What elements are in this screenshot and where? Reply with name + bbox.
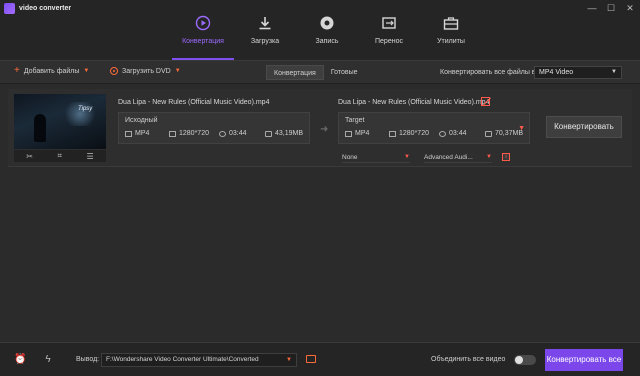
target-duration-value: 03:44 bbox=[449, 130, 467, 137]
output-path-value: F:\Wondershare Video Converter Ultimate\… bbox=[106, 356, 259, 363]
app-title: video converter bbox=[19, 5, 72, 12]
thumbnail-neon-text: Tipsy bbox=[78, 106, 93, 112]
chevron-down-icon: ▼ bbox=[286, 357, 292, 363]
scissors-icon[interactable]: ✂ bbox=[26, 152, 33, 161]
subtitle-select[interactable]: None ▼ bbox=[342, 152, 410, 163]
source-duration-value: 03:44 bbox=[229, 130, 247, 137]
clock-icon bbox=[219, 130, 226, 137]
load-dvd-label: Загрузить DVD bbox=[122, 67, 171, 75]
list-item: Tipsy ✂ ⌗ ☰ Dua Lipa - New Rules (Offici… bbox=[8, 89, 632, 167]
app-logo: video converter bbox=[4, 3, 71, 14]
plus-icon: + bbox=[14, 65, 20, 76]
convert-all-button[interactable]: Конвертировать все bbox=[545, 349, 623, 371]
chevron-down-icon[interactable]: ▼ bbox=[83, 68, 89, 74]
target-format: MP4 bbox=[345, 130, 369, 137]
lightning-icon[interactable]: ϟ bbox=[42, 354, 54, 366]
source-resolution: 1280*720 bbox=[169, 130, 209, 137]
source-duration: 03:44 bbox=[219, 130, 247, 137]
tab-download-label: Загрузка bbox=[250, 38, 280, 45]
chevron-down-icon: ▼ bbox=[611, 69, 617, 75]
source-label: Исходный bbox=[125, 117, 158, 124]
play-circle-icon bbox=[194, 14, 212, 32]
folder-icon bbox=[485, 130, 492, 137]
clock-icon bbox=[439, 130, 446, 137]
window-controls: — ☐ ✕ bbox=[587, 3, 635, 13]
output-format-select[interactable]: MP4 Video ▼ bbox=[534, 66, 622, 79]
chevron-down-icon: ▼ bbox=[404, 154, 410, 160]
merge-all-toggle[interactable] bbox=[514, 355, 536, 365]
arrow-right-icon: ➜ bbox=[320, 124, 329, 135]
status-tabs: Конвертация Готовые bbox=[266, 65, 365, 80]
tab-convert[interactable]: Конвертация bbox=[172, 8, 234, 60]
tab-done[interactable]: Готовые bbox=[324, 65, 365, 80]
title-bar: video converter — ☐ ✕ Конвертация Загруз… bbox=[0, 0, 640, 60]
convert-button[interactable]: Конвертировать bbox=[546, 116, 622, 138]
merge-all-label: Объединить все видео bbox=[431, 356, 506, 363]
subtitle-value: None bbox=[342, 153, 358, 161]
effects-icon[interactable]: ☰ bbox=[87, 152, 94, 161]
output-format-value: MP4 Video bbox=[539, 69, 574, 76]
convert-all-to-label: Конвертировать все файлы в bbox=[440, 69, 536, 76]
chevron-down-icon: ▼ bbox=[486, 154, 492, 160]
source-size: 43,19MB bbox=[265, 130, 303, 137]
alarm-clock-icon[interactable]: ⏰ bbox=[14, 354, 26, 366]
audio-track-select[interactable]: Advanced Audi... ▼ bbox=[424, 152, 492, 163]
toolbox-icon bbox=[442, 14, 460, 32]
transfer-icon bbox=[380, 14, 398, 32]
disc-icon bbox=[318, 14, 336, 32]
file-list: Tipsy ✂ ⌗ ☰ Dua Lipa - New Rules (Offici… bbox=[0, 85, 640, 342]
chevron-down-icon[interactable]: ▼ bbox=[518, 125, 525, 132]
source-info-panel: Исходный MP4 1280*720 03:44 43,19MB bbox=[118, 112, 310, 144]
video-thumbnail[interactable]: Tipsy bbox=[14, 94, 106, 149]
video-file-icon bbox=[125, 130, 132, 137]
open-folder-icon[interactable] bbox=[306, 355, 316, 363]
target-file-name: Dua Lipa - New Rules (Official Music Vid… bbox=[338, 99, 490, 106]
logo-icon bbox=[4, 3, 15, 14]
tab-toolbox[interactable]: Утилиты bbox=[420, 8, 482, 60]
source-format-value: MP4 bbox=[135, 130, 150, 137]
close-button[interactable]: ✕ bbox=[625, 3, 635, 13]
maximize-button[interactable]: ☐ bbox=[606, 3, 616, 13]
target-format-value: MP4 bbox=[355, 130, 370, 137]
audio-track-value: Advanced Audi... bbox=[424, 153, 473, 161]
video-file-icon bbox=[345, 130, 352, 137]
folder-icon bbox=[265, 130, 272, 137]
tab-transfer[interactable]: Перенос bbox=[358, 8, 420, 60]
chevron-down-icon[interactable]: ▼ bbox=[175, 68, 181, 74]
target-resolution: 1280*720 bbox=[389, 130, 429, 137]
dvd-icon bbox=[110, 67, 118, 75]
add-files-button[interactable]: + Добавить файлы ▼ bbox=[14, 65, 89, 76]
bottom-bar: ⏰ ϟ Вывод: F:\Wondershare Video Converte… bbox=[0, 342, 640, 376]
target-duration: 03:44 bbox=[439, 130, 467, 137]
download-icon bbox=[256, 14, 274, 32]
edit-icon[interactable] bbox=[481, 97, 490, 106]
source-size-value: 43,19MB bbox=[275, 130, 304, 137]
resize-icon bbox=[169, 130, 176, 137]
tab-record[interactable]: Запись bbox=[296, 8, 358, 60]
tab-converting[interactable]: Конвертация bbox=[266, 65, 324, 80]
main-nav: Конвертация Загрузка Запись Перенос Утил… bbox=[172, 8, 482, 60]
tab-transfer-label: Перенос bbox=[375, 38, 403, 45]
toolbar: + Добавить файлы ▼ Загрузить DVD ▼ Конве… bbox=[0, 60, 640, 84]
target-label: Target bbox=[345, 117, 365, 124]
info-icon[interactable]: i bbox=[502, 153, 510, 161]
resize-icon bbox=[389, 130, 396, 137]
source-resolution-value: 1280*720 bbox=[179, 130, 209, 137]
tab-convert-label: Конвертация bbox=[182, 38, 224, 45]
tab-download[interactable]: Загрузка bbox=[234, 8, 296, 60]
minimize-button[interactable]: — bbox=[587, 3, 597, 13]
source-format: MP4 bbox=[125, 130, 149, 137]
crop-icon[interactable]: ⌗ bbox=[58, 151, 63, 161]
thumbnail-tools: ✂ ⌗ ☰ bbox=[14, 150, 106, 162]
tab-toolbox-label: Утилиты bbox=[437, 38, 465, 45]
output-label: Вывод: bbox=[76, 356, 100, 363]
tab-record-label: Запись bbox=[315, 38, 339, 45]
thumbnail-figure bbox=[34, 114, 46, 142]
load-dvd-button[interactable]: Загрузить DVD ▼ bbox=[110, 67, 181, 75]
target-resolution-value: 1280*720 bbox=[399, 130, 429, 137]
output-path-select[interactable]: F:\Wondershare Video Converter Ultimate\… bbox=[101, 353, 297, 367]
target-info-panel[interactable]: Target MP4 1280*720 03:44 70,37MB ▼ bbox=[338, 112, 530, 144]
add-files-label: Добавить файлы bbox=[23, 67, 80, 75]
source-file-name: Dua Lipa - New Rules (Official Music Vid… bbox=[118, 99, 270, 106]
